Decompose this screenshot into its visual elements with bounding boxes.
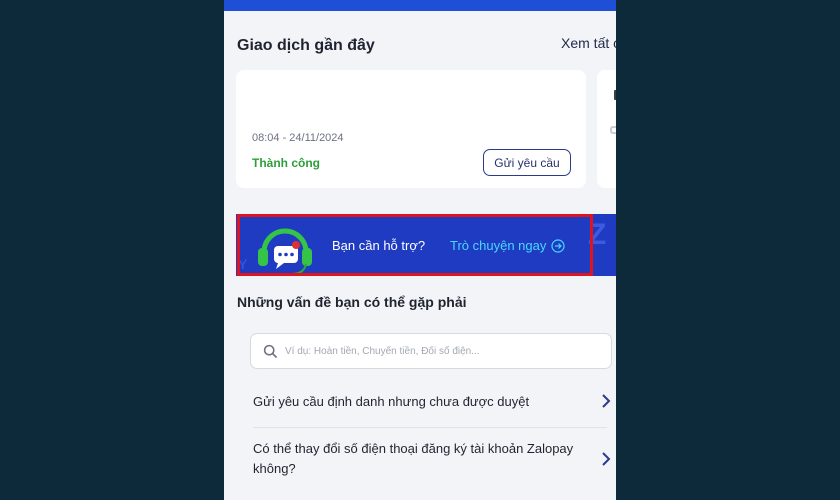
transaction-card[interactable]: 08:04 - 24/11/2024 Thành công Gửi yêu cầ… [236, 70, 586, 188]
search-icon [263, 344, 278, 359]
card-peek-mark [614, 90, 616, 100]
search-input[interactable] [285, 341, 605, 361]
card-peek-mark-2 [610, 126, 616, 134]
issues-title: Những vấn đề bạn có thể gặp phải [237, 294, 467, 310]
header-strip [224, 0, 616, 11]
chevron-right-icon[interactable] [600, 393, 612, 409]
chevron-right-icon[interactable] [600, 451, 612, 467]
send-request-button[interactable]: Gửi yêu cầu [483, 149, 571, 176]
highlight-box [237, 214, 593, 276]
see-all-link[interactable]: Xem tất c [561, 35, 616, 51]
faq-item[interactable]: Gửi yêu cầu định danh nhưng chưa được du… [253, 392, 613, 412]
transaction-status: Thành công [252, 156, 320, 170]
recent-transactions-title: Giao dịch gần đây [237, 37, 375, 54]
search-box[interactable] [250, 333, 612, 369]
faq-item[interactable]: Có thể thay đổi số điện thoại đăng ký tà… [253, 439, 593, 479]
divider [253, 427, 607, 428]
transaction-time: 08:04 - 24/11/2024 [252, 132, 344, 144]
app-screen: Giao dịch gần đây Xem tất c 08:04 - 24/1… [224, 0, 616, 500]
